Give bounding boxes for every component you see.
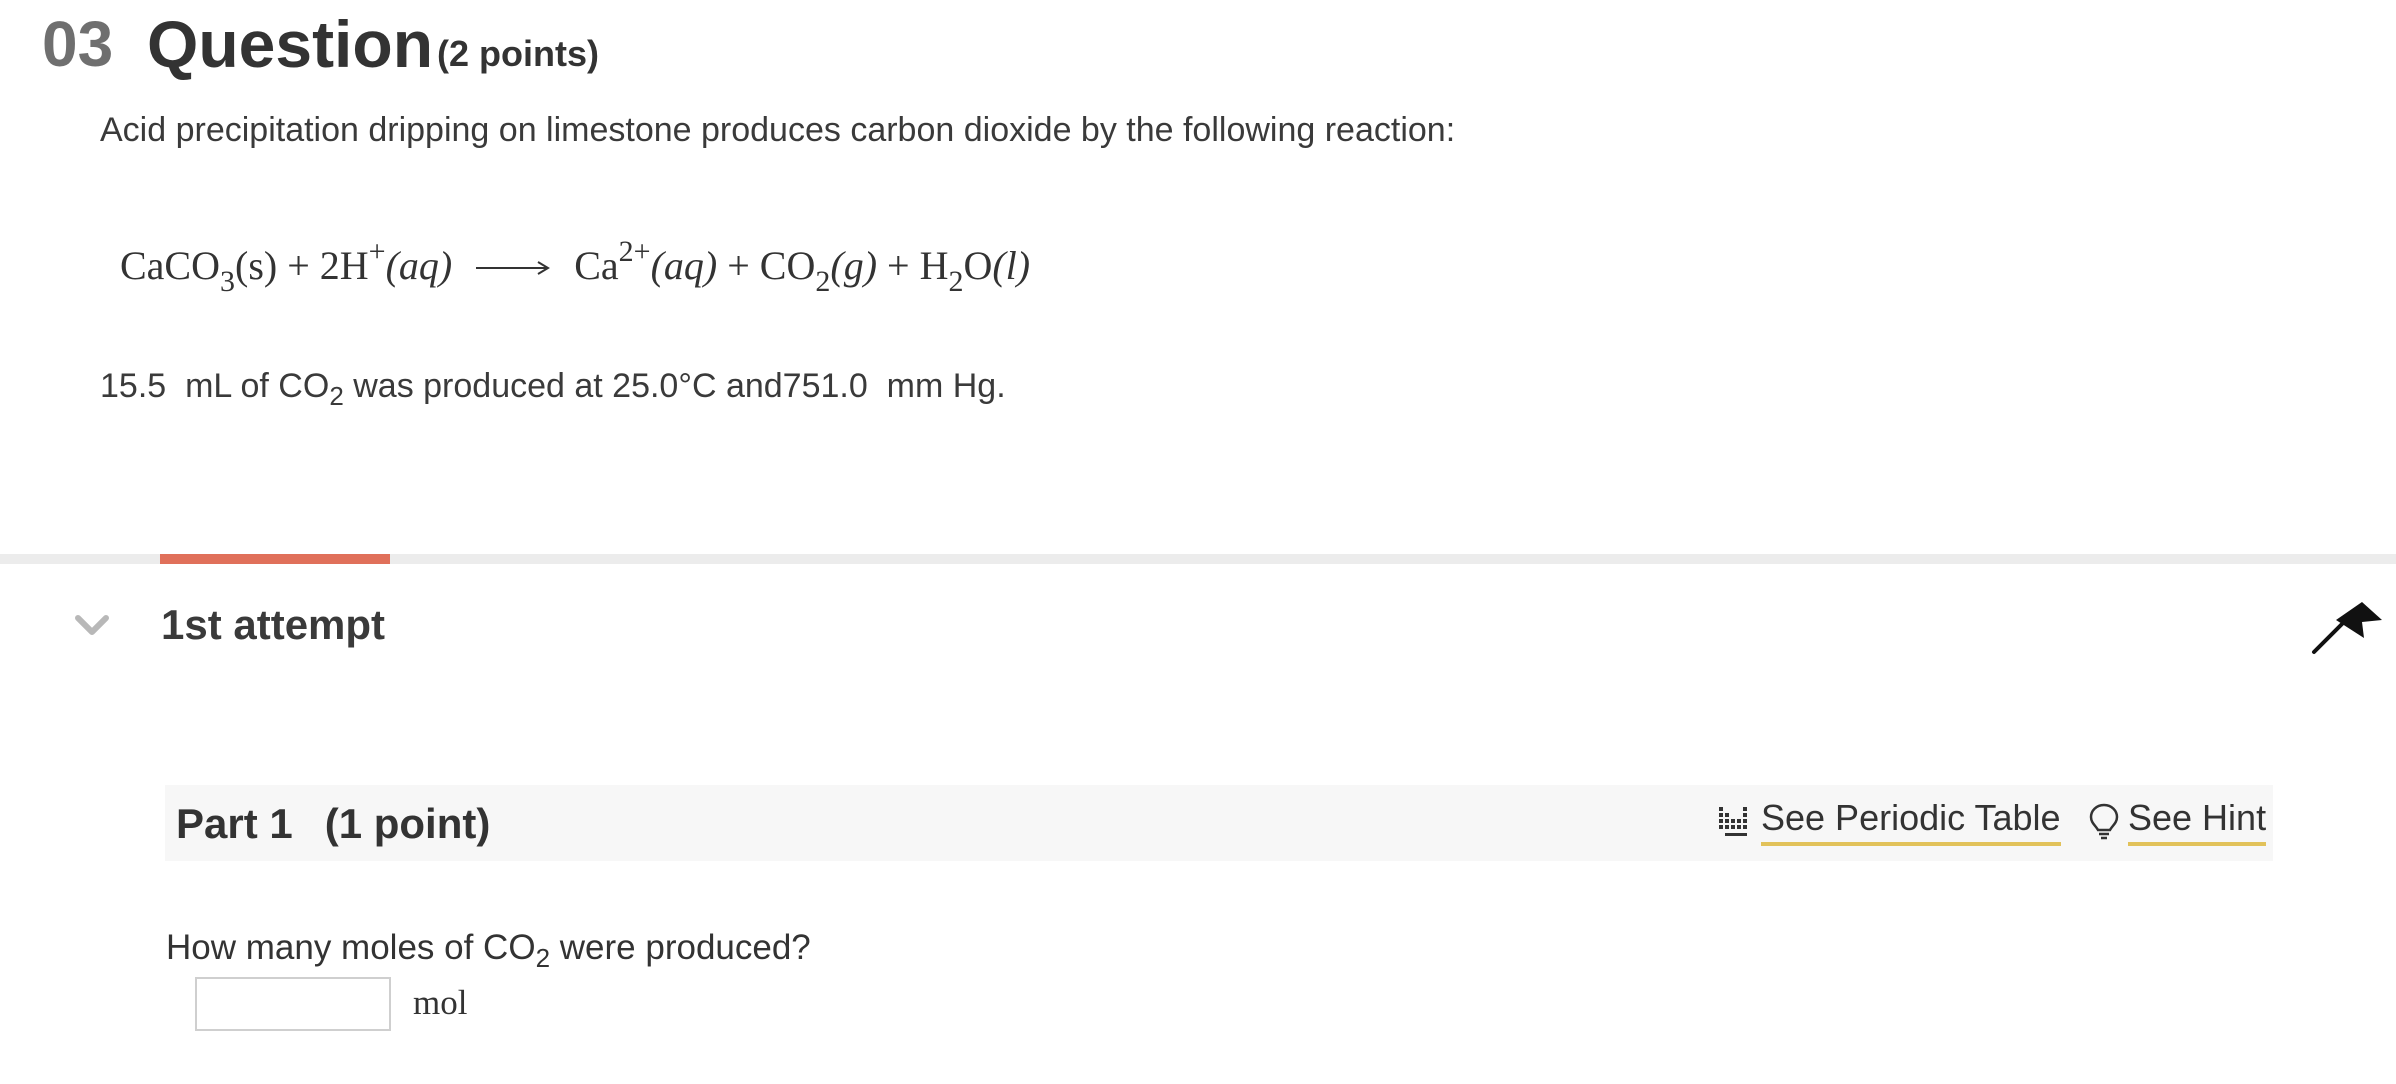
reaction-arrow-icon: [476, 260, 551, 275]
flag-icon[interactable]: [2310, 598, 2386, 656]
attempt-progress-bar: [160, 554, 390, 564]
periodic-table-button[interactable]: See Periodic Table: [1717, 793, 2061, 849]
periodic-table-icon: [1719, 807, 1747, 836]
question-points: (2 points): [437, 33, 599, 74]
hint-label[interactable]: See Hint: [2128, 796, 2267, 846]
part-points: (1 point): [324, 800, 491, 847]
answer-input[interactable]: [195, 977, 391, 1031]
hint-button[interactable]: See Hint: [2088, 793, 2267, 849]
periodic-table-label[interactable]: See Periodic Table: [1761, 796, 2061, 846]
question-intro: Acid precipitation dripping on limestone…: [100, 111, 1456, 149]
question-title: Question: [147, 7, 434, 81]
chevron-down-icon[interactable]: [74, 610, 110, 638]
part-question: How many moles of CO2 were produced?: [166, 928, 811, 973]
lightbulb-icon: [2089, 803, 2119, 840]
chemical-equation: CaCO3(s) + 2H+(aq) Ca2+(aq) + CO2(g) + H…: [120, 235, 1031, 298]
part-label: Part 1: [176, 800, 293, 847]
question-number: 03: [42, 8, 114, 80]
attempt-label[interactable]: 1st attempt: [161, 595, 385, 655]
question-conditions: 15.5 mL of CO2 was produced at 25.0°C an…: [100, 367, 1006, 411]
answer-unit: mol: [413, 983, 468, 1022]
part-title: Part 1 (1 point): [176, 796, 490, 852]
